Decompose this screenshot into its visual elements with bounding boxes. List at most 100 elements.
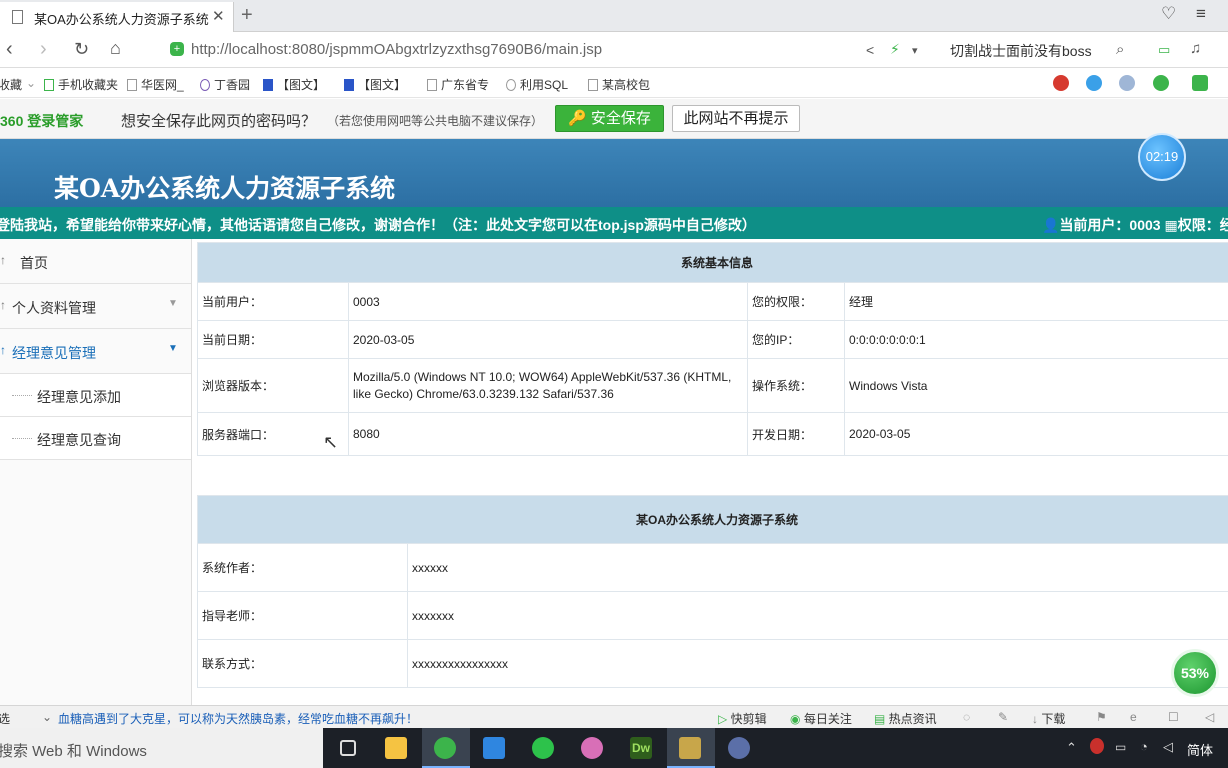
file-explorer-icon[interactable] [373,728,421,768]
skin-icon[interactable]: ♡ [1161,4,1176,24]
wechat-icon[interactable] [520,728,568,768]
share-icon[interactable]: < [866,42,874,58]
tools-icon[interactable] [667,728,715,768]
address-bar[interactable]: + http://localhost:8080/jspmmOAbgxtrlzyz… [162,37,932,63]
window-icon[interactable]: ☐ [1168,710,1179,724]
memory-gauge[interactable]: 53% [1171,649,1219,697]
bookmark-guangdong[interactable]: 广东省专 [427,76,489,93]
bookmark-mobile[interactable]: 手机收藏夹 [44,76,118,93]
yuan-icon[interactable] [1153,75,1169,91]
password-question: 想安全保存此网页的密码吗？ [121,113,317,130]
never-prompt-button[interactable]: 此网站不再提示 [672,105,800,132]
close-tab-icon[interactable]: ✕ [212,7,225,25]
user-app-icon[interactable] [569,728,617,768]
chevron-down-icon[interactable]: ▾ [912,44,918,57]
marquee-text: 登陆我站，希望能给你带来好心情，其他话语请您自己修改，谢谢合作！（注：此处文字您… [0,217,756,233]
browser-360-icon[interactable] [422,728,470,768]
arrow-icon: ↑ [0,298,6,312]
home-icon[interactable]: ⌂ [110,38,121,59]
secure-shield-icon: + [170,42,184,56]
table-row: 系统作者： xxxxxx [197,543,1228,592]
flag-icon[interactable]: ⚑ [1096,710,1107,724]
tab-title: 某OA办公系统人力资源子系统 [34,12,209,27]
page-icon [588,79,598,91]
taskbar-search-box[interactable]: 搜索 Web 和 Windows [0,728,323,768]
url-text[interactable]: http://localhost:8080/jspmmOAbgxtrlzyzxt… [191,41,602,58]
menu-icon[interactable]: ≡ [1196,4,1206,24]
adblock-icon[interactable] [1053,75,1069,91]
sidebar-item-home[interactable]: ↑ 首页 [0,239,191,284]
dreamweaver-icon[interactable]: Dw [618,728,666,768]
quick-edit-item[interactable]: ▷ 快剪辑 [718,710,767,727]
taskbar-search-text[interactable]: 搜索 Web 和 Windows [0,740,147,761]
row-key: 浏览器版本： [197,358,349,413]
download-item[interactable]: ↓ 下载 [1032,710,1065,727]
task-view-icon[interactable] [324,728,372,768]
minus-icon[interactable] [1119,75,1135,91]
row-value: 2020-03-05 [844,412,1228,456]
cloud-icon[interactable] [1086,75,1102,91]
chevron-down-icon[interactable]: ⌄ [26,76,36,90]
table-row: 联系方式： xxxxxxxxxxxxxxxx [197,639,1228,688]
sidebar-item-label: 个人资料管理 [12,300,96,316]
headphone-icon[interactable]: ♫ [1190,40,1201,57]
safe-save-button[interactable]: 🔑 安全保存 [555,105,664,132]
news-ticker[interactable]: 血糖高遇到了大克星，可以称为天然胰岛素，经常吃血糖不再飙升！ [58,710,418,727]
chevron-down-icon[interactable]: ⌄ [42,710,52,724]
browser-tab[interactable]: 某OA办公系统人力资源子系统 ✕ [0,2,234,32]
speaker-icon[interactable]: ◁ [1163,739,1173,755]
sidebar-subitem-query[interactable]: 经理意见查询 [0,417,191,460]
row-key: 系统作者： [197,543,408,592]
bookmark-sql[interactable]: 利用SQL [506,76,568,93]
tool-icon[interactable]: ✎ [998,710,1008,724]
sidebar-item-manager-opinion[interactable]: ↑ 经理意见管理 ▼ [0,329,191,374]
row-key: 指导老师： [197,591,408,640]
caret-down-icon: ▼ [168,343,178,354]
sidebar-item-profile[interactable]: ↑ 个人资料管理 ▼ [0,284,191,329]
sidebar-subitem-add[interactable]: 经理意见添加 [0,374,191,417]
tray-app-icon[interactable] [1090,738,1104,754]
back-icon[interactable]: ‹ [6,38,13,61]
table-row: 当前日期： 2020-03-05 您的IP： 0:0:0:0:0:0:0:1 [197,320,1228,359]
clock-badge[interactable]: 02:19 [1138,133,1186,181]
page-icon [427,79,437,91]
battery-icon[interactable]: ▭ [1158,42,1170,58]
daily-follow-item[interactable]: ◉ 每日关注 [790,710,852,727]
bookmark-school[interactable]: 某高校包 [588,76,650,93]
permission: 权限：经 [1177,217,1228,233]
speed-icon[interactable]: ◌ [963,710,970,724]
lightning-icon[interactable]: ⚡ [890,41,900,58]
row-key: 联系方式： [197,639,408,688]
volume-icon[interactable]: ◁ [1205,710,1214,724]
link-icon [506,79,516,91]
phone-icon [44,79,54,91]
search-hint[interactable]: 切割战士面前没有boss [950,41,1092,61]
table-row: 指导老师： xxxxxxx [197,591,1228,640]
bookmark-dingxiang[interactable]: 丁香园 [200,76,250,93]
ie-icon[interactable]: e [1130,710,1137,724]
forward-icon[interactable]: › [40,38,47,61]
tree-line [12,438,32,439]
game-icon[interactable] [1192,75,1208,91]
bookmark-favorites[interactable]: 收藏 [0,76,22,93]
row-key: 操作系统： [747,358,845,413]
bookmark-huayi[interactable]: 华医网_ [127,76,184,93]
chevron-up-icon[interactable]: ⌃ [1066,740,1077,756]
reload-icon[interactable]: ↻ [74,39,89,60]
new-tab-icon[interactable]: + [241,4,253,27]
wifi-icon[interactable]: ◔ [1140,739,1148,754]
bookmark-tuwen-1[interactable]: 【图文】 [263,76,325,93]
search-icon[interactable]: ⌕ [1116,41,1124,58]
battery-icon[interactable]: ▭ [1115,740,1126,754]
system-info-heading: 系统基本信息 [197,242,1228,283]
eclipse-icon[interactable] [716,728,764,768]
bookmark-tuwen-2[interactable]: 【图文】 [344,76,406,93]
hot-news-item[interactable]: ▤ 热点资讯 [874,710,937,727]
site-title: 某OA办公系统人力资源子系统 [54,174,396,203]
row-value: Mozilla/5.0 (Windows NT 10.0; WOW64) App… [348,358,748,413]
app-grid-icon[interactable] [471,728,519,768]
bookmarks-bar: 收藏 ⌄ 手机收藏夹 华医网_ 丁香园 【图文】 【图文】 广东省专 利用SQL… [0,68,1228,98]
system-info-table: 系统基本信息 当前用户： 0003 您的权限： 经理 当前日期： 2020-03… [197,242,1228,456]
input-language[interactable]: 简体 [1187,740,1213,759]
flower-icon [200,79,210,91]
